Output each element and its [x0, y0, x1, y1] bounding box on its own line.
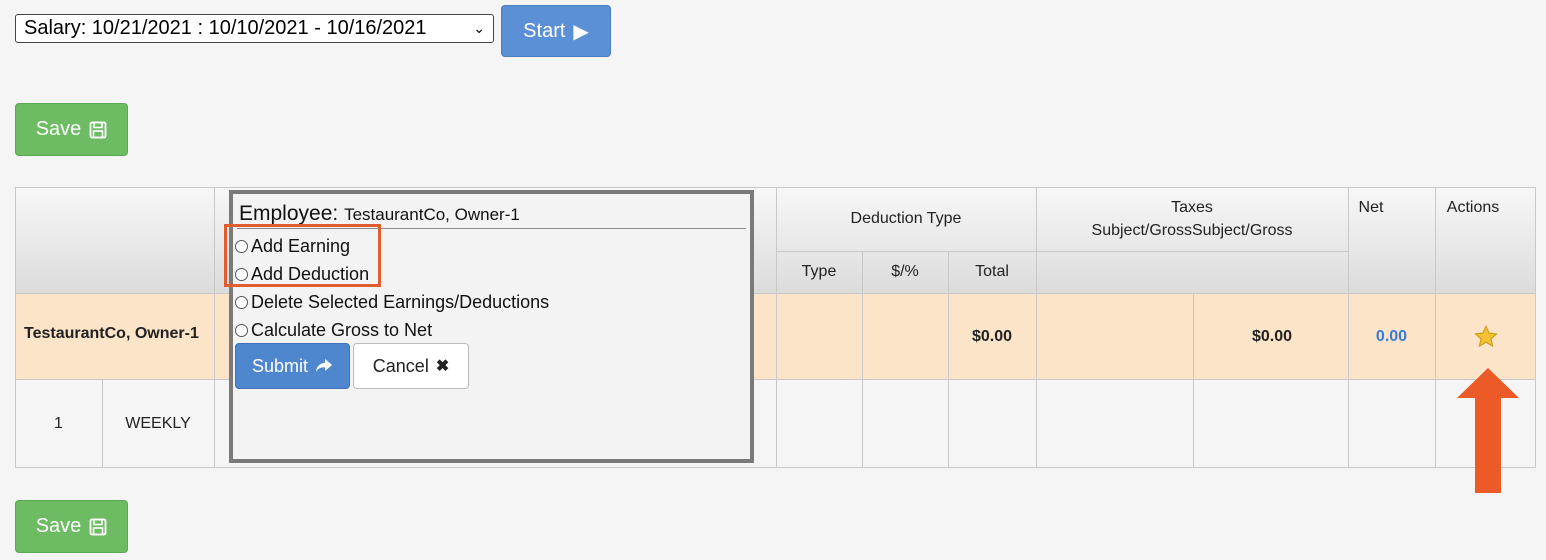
start-button-label: Start — [523, 19, 566, 42]
cancel-button[interactable]: Cancel ✖ — [353, 343, 469, 389]
annotation-highlight-box — [224, 224, 381, 287]
employee-name: TestaurantCo, Owner-1 — [24, 325, 199, 342]
save-button-top[interactable]: Save — [15, 103, 128, 156]
share-arrow-icon — [316, 359, 333, 372]
deduction-type-header: Deduction Type — [850, 210, 962, 227]
pay-period-select[interactable]: Salary: 10/21/2021 : 10/10/2021 - 10/16/… — [15, 14, 494, 43]
cancel-button-label: Cancel — [372, 355, 429, 376]
play-icon: ▶ — [573, 20, 589, 43]
actions-header: Actions — [1446, 199, 1500, 216]
star-icon — [1473, 324, 1498, 347]
dollar-percent-header: $/% — [891, 263, 919, 280]
detail-row-number: 1 — [54, 414, 63, 432]
taxes-subheader: Subject/GrossSubject/Gross — [1091, 222, 1293, 239]
annotation-arrow-icon — [1457, 368, 1519, 493]
taxes-header: Taxes — [1171, 199, 1213, 216]
save-button-label: Save — [35, 515, 82, 537]
net-header: Net — [1358, 199, 1384, 216]
option-delete-selected[interactable]: Delete Selected Earnings/Deductions — [235, 292, 549, 313]
total-header: Total — [975, 263, 1009, 280]
radio-icon[interactable] — [235, 296, 248, 309]
popup-title: Employee: TestaurantCo, Owner-1 — [239, 202, 520, 226]
floppy-disk-icon — [89, 518, 107, 535]
start-button[interactable]: Start ▶ — [501, 5, 611, 57]
submit-button[interactable]: Submit — [235, 343, 350, 389]
popup-title-label: Employee: — [239, 202, 339, 225]
pay-period-select-value: Salary: 10/21/2021 : 10/10/2021 - 10/16/… — [24, 17, 427, 39]
option-label: Delete Selected Earnings/Deductions — [251, 292, 550, 312]
taxes-total: $0.00 — [1251, 327, 1292, 345]
chevron-down-icon: ⌄ — [473, 20, 485, 36]
option-label: Calculate Gross to Net — [251, 320, 433, 340]
deduction-total: $0.00 — [971, 327, 1013, 345]
option-calculate-gross-to-net[interactable]: Calculate Gross to Net — [235, 320, 432, 341]
close-icon: ✖ — [435, 358, 450, 375]
submit-button-label: Submit — [251, 355, 309, 376]
type-header: Type — [801, 263, 837, 280]
detail-row-frequency: WEEKLY — [125, 414, 191, 432]
star-action-icon[interactable] — [1435, 293, 1536, 380]
floppy-disk-icon — [89, 121, 107, 138]
net-value[interactable]: 0.00 — [1348, 293, 1435, 380]
popup-employee-name: TestaurantCo, Owner-1 — [344, 205, 520, 224]
save-button-label: Save — [35, 118, 82, 140]
save-button-bottom[interactable]: Save — [15, 500, 128, 553]
radio-icon[interactable] — [235, 324, 248, 337]
